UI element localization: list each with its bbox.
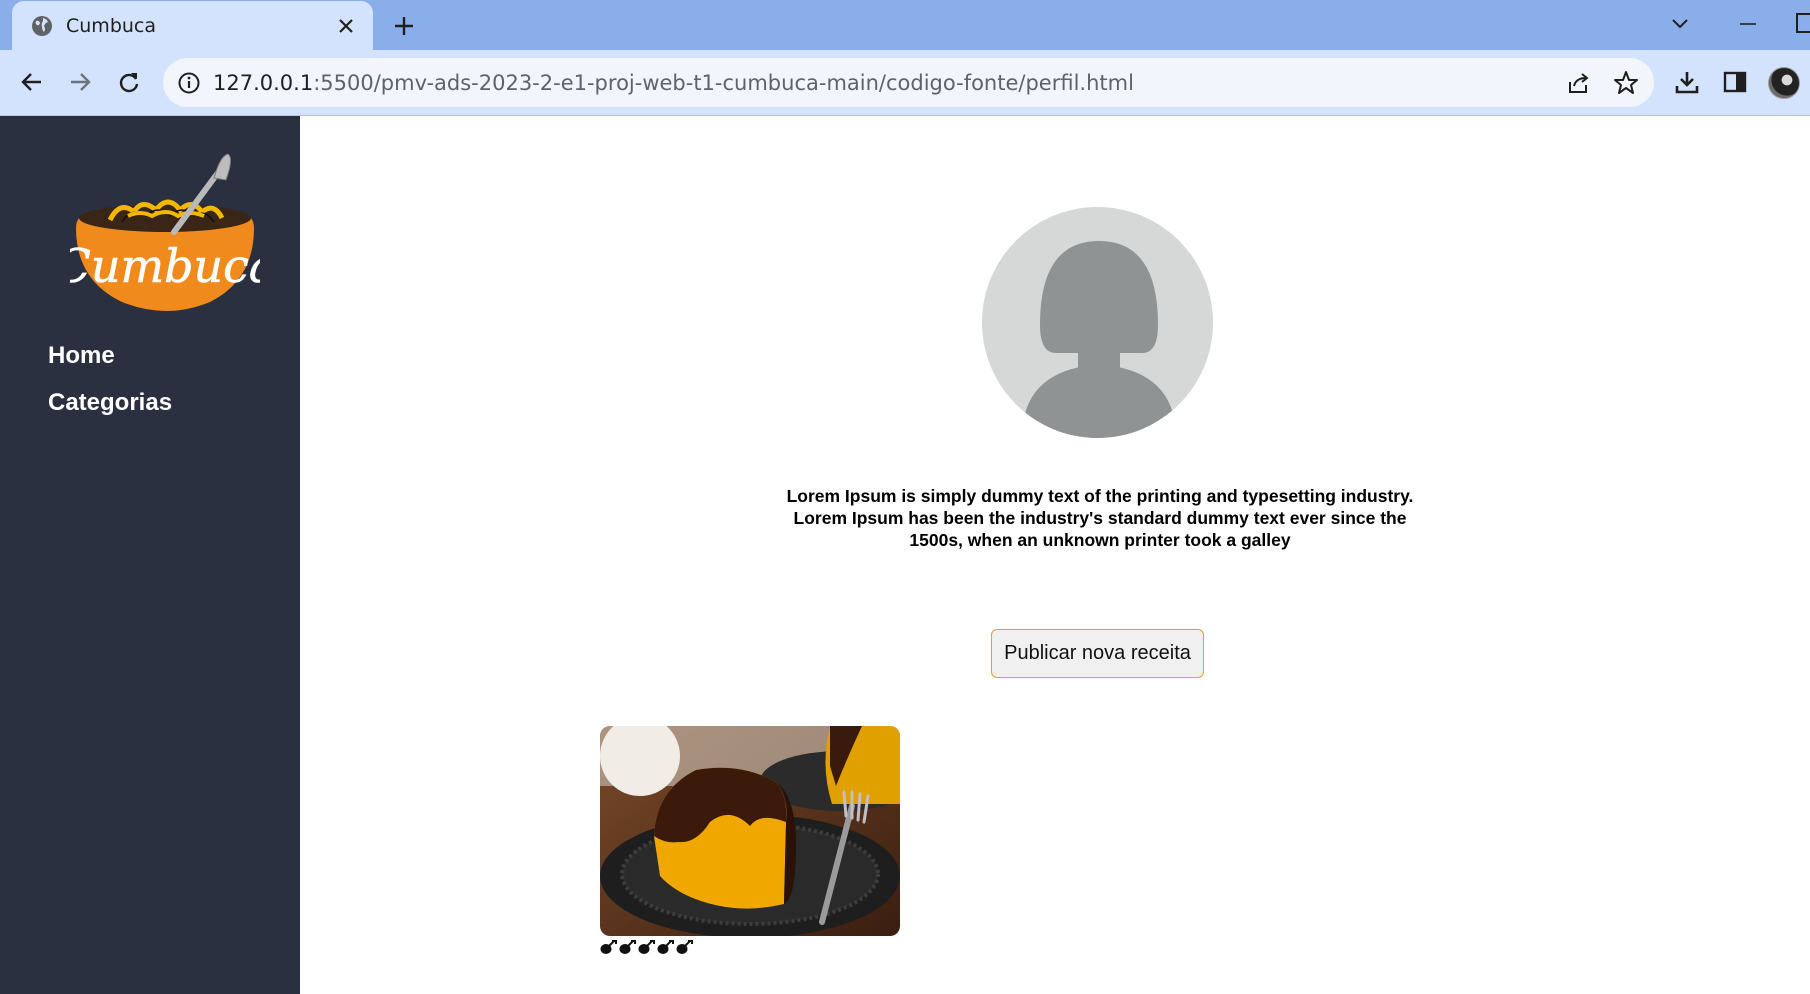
side-panel-icon[interactable]: [1719, 66, 1751, 98]
reload-icon[interactable]: [113, 66, 145, 98]
tab-title: Cumbuca: [66, 15, 157, 37]
rating-drumstick-icon: [657, 940, 674, 954]
minimize-icon[interactable]: [1734, 10, 1762, 38]
close-icon[interactable]: [333, 13, 359, 39]
star-icon[interactable]: [1612, 69, 1640, 97]
browser-tab-strip: Cumbuca: [0, 0, 1810, 50]
rating-drumstick-icon: [619, 940, 636, 954]
globe-icon: [31, 15, 53, 37]
share-icon[interactable]: [1566, 70, 1592, 96]
download-icon[interactable]: [1671, 66, 1703, 98]
publish-recipe-button[interactable]: Publicar nova receita: [991, 629, 1204, 678]
nav-categorias-link[interactable]: Categorias: [48, 389, 172, 417]
restore-icon[interactable]: [1796, 13, 1810, 33]
address-bar[interactable]: 127.0.0.1:5500/pmv-ads-2023-2-e1-proj-we…: [163, 58, 1654, 107]
arrow-left-icon[interactable]: [16, 66, 48, 98]
arrow-right-icon[interactable]: [64, 66, 96, 98]
profile-bio: Lorem Ipsum is simply dummy text of the …: [786, 485, 1414, 550]
rating-drumstick-icon: [676, 940, 693, 954]
url-path: :5500/pmv-ads-2023-2-e1-proj-web-t1-cumb…: [313, 71, 1134, 95]
sidebar: Cumbuca Home Categorias: [0, 116, 300, 994]
user-silhouette-icon: [1022, 241, 1176, 438]
plus-icon[interactable]: [390, 12, 418, 40]
cumbuca-logo[interactable]: Cumbuca: [55, 150, 277, 320]
page-viewport: Cumbuca Home Categorias Lorem Ipsum is s…: [0, 116, 1810, 994]
url-text[interactable]: 127.0.0.1:5500/pmv-ads-2023-2-e1-proj-we…: [213, 71, 1134, 95]
info-icon[interactable]: [177, 71, 201, 95]
profile-avatar[interactable]: [1768, 67, 1800, 99]
browser-toolbar: 127.0.0.1:5500/pmv-ads-2023-2-e1-proj-we…: [0, 50, 1810, 116]
url-host: 127.0.0.1: [213, 71, 314, 95]
logo-wordmark: Cumbuca: [70, 239, 260, 293]
nav-home-link[interactable]: Home: [48, 342, 115, 370]
rating-drumstick-icon: [638, 940, 655, 954]
chevron-down-icon[interactable]: [1666, 10, 1694, 38]
browser-tab-active[interactable]: Cumbuca: [12, 1, 373, 50]
rating-drumstick-icon: [600, 940, 617, 954]
recipe-rating: [600, 940, 693, 955]
profile-picture: [982, 207, 1213, 438]
recipe-card-image[interactable]: [600, 726, 900, 936]
